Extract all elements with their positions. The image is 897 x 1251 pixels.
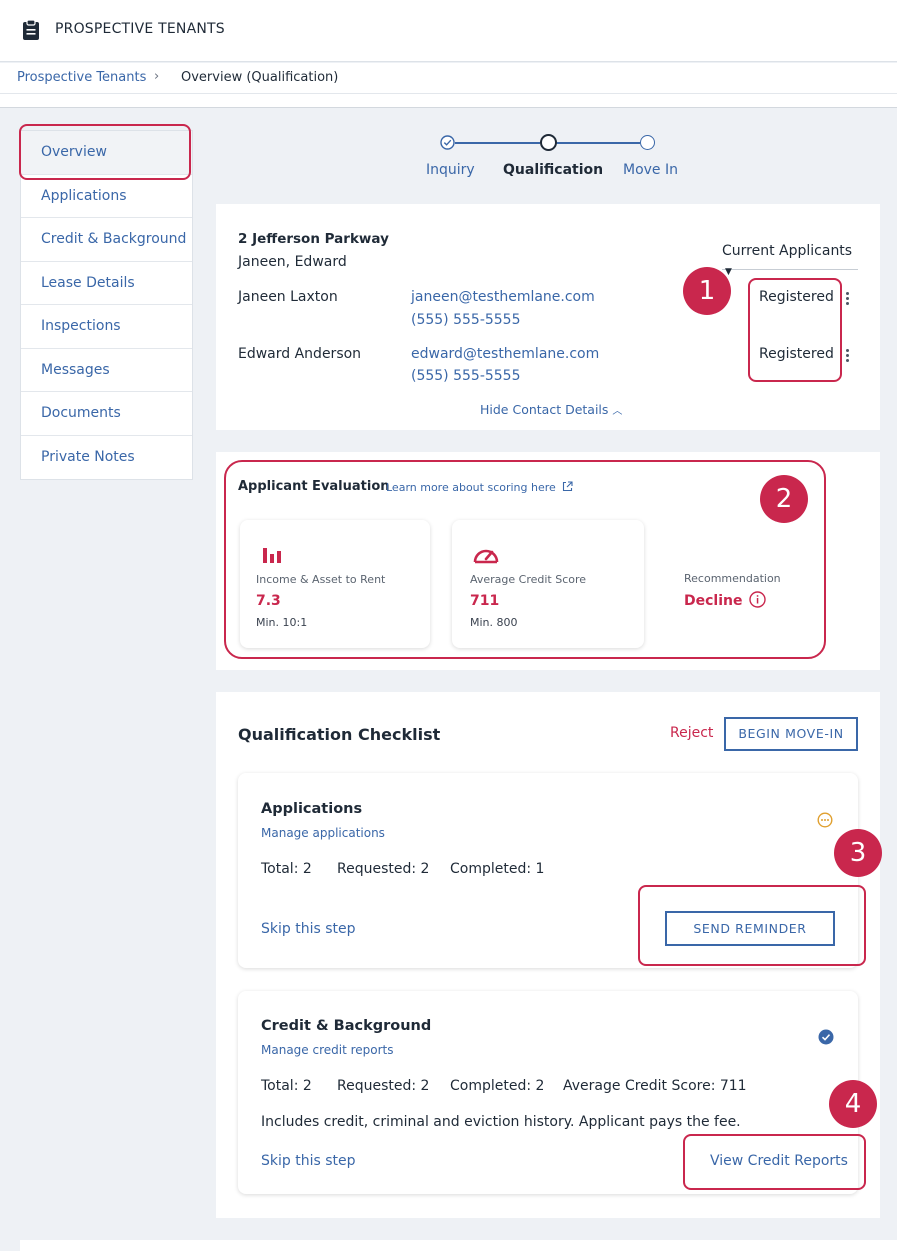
footer-strip [20,1240,897,1251]
property-address: 2 Jefferson Parkway [238,231,389,247]
credit-total: Total: 2 [261,1078,312,1094]
breadcrumb-parent-link[interactable]: Prospective Tenants [17,70,146,85]
applications-title: Applications [261,801,363,817]
overview-highlight [19,124,191,180]
applicant-email-link[interactable]: janeen@testhemlane.com [411,289,595,305]
credit-completed: Completed: 2 [450,1078,545,1094]
applicant-name: Janeen Laxton [238,289,338,305]
callout-badge-1: 1 [683,267,731,315]
sidebar-item-applications[interactable]: Applications [21,175,192,218]
applicant-phone-link[interactable]: (555) 555-5555 [411,368,521,384]
checklist-title: Qualification Checklist [238,725,441,744]
stepper-current-dot [540,134,557,151]
step-qualification[interactable]: Qualification [503,162,603,178]
check-circle-icon [440,135,455,150]
progress-stepper: Inquiry Qualification Move In [400,130,700,180]
applicant-names: Janeen, Edward [238,254,347,270]
chevron-up-icon: ︿ [612,406,623,417]
hide-contact-details-link[interactable]: Hide Contact Details ︿ [480,402,622,417]
callout-badge-3: 3 [834,829,882,877]
applications-completed: Completed: 1 [450,861,545,877]
sidebar-nav: Overview Applications Credit & Backgroun… [20,130,193,480]
applications-total: Total: 2 [261,861,312,877]
credit-average-score: Average Credit Score: 711 [563,1078,747,1094]
credit-requested: Requested: 2 [337,1078,430,1094]
status-highlight [748,278,842,382]
stepper-line [555,142,640,144]
callout-badge-2: 2 [760,475,808,523]
sidebar-item-private-notes[interactable]: Private Notes [21,436,192,480]
stepper-line [455,142,540,144]
breadcrumb: Prospective Tenants › Overview (Qualific… [0,63,897,94]
current-applicants-dropdown[interactable]: Current Applicants ▼ [722,240,858,277]
applications-requested: Requested: 2 [337,861,430,877]
manage-credit-reports-link[interactable]: Manage credit reports [261,1043,394,1057]
step-inquiry[interactable]: Inquiry [426,162,475,178]
applicant-name: Edward Anderson [238,346,362,362]
skip-credit-step-link[interactable]: Skip this step [261,1153,356,1169]
skip-applications-step-link[interactable]: Skip this step [261,921,356,937]
top-bar: PROSPECTIVE TENANTS [0,0,897,62]
more-options-icon[interactable] [846,349,850,364]
reject-button[interactable]: Reject [670,725,713,741]
sidebar-item-messages[interactable]: Messages [21,349,192,392]
credit-note: Includes credit, criminal and eviction h… [261,1114,741,1130]
more-options-icon[interactable] [846,292,850,307]
callout-badge-4: 4 [829,1080,877,1128]
send-reminder-highlight [638,885,866,966]
begin-move-in-button[interactable]: BEGIN MOVE-IN [724,717,858,751]
manage-applications-link[interactable]: Manage applications [261,826,385,840]
pending-status-icon [817,812,833,828]
hide-contact-label: Hide Contact Details [480,402,609,417]
step-move-in[interactable]: Move In [623,162,678,178]
breadcrumb-separator: › [154,69,160,84]
check-circle-filled-icon [818,1029,834,1045]
evaluation-highlight [224,460,826,659]
view-reports-highlight [683,1134,866,1190]
clipboard-icon [23,19,39,40]
sidebar-item-inspections[interactable]: Inspections [21,305,192,349]
stepper-upcoming-dot [640,135,655,150]
applicant-phone-link[interactable]: (555) 555-5555 [411,312,521,328]
page-title: PROSPECTIVE TENANTS [55,21,225,37]
breadcrumb-current: Overview (Qualification) [181,70,339,85]
dropdown-label: Current Applicants [722,243,853,259]
sidebar-item-documents[interactable]: Documents [21,392,192,436]
credit-background-title: Credit & Background [261,1018,432,1034]
applicant-email-link[interactable]: edward@testhemlane.com [411,346,599,362]
sidebar-item-credit-background[interactable]: Credit & Background [21,218,192,262]
sidebar-item-lease-details[interactable]: Lease Details [21,262,192,305]
header-spacer [0,94,897,108]
